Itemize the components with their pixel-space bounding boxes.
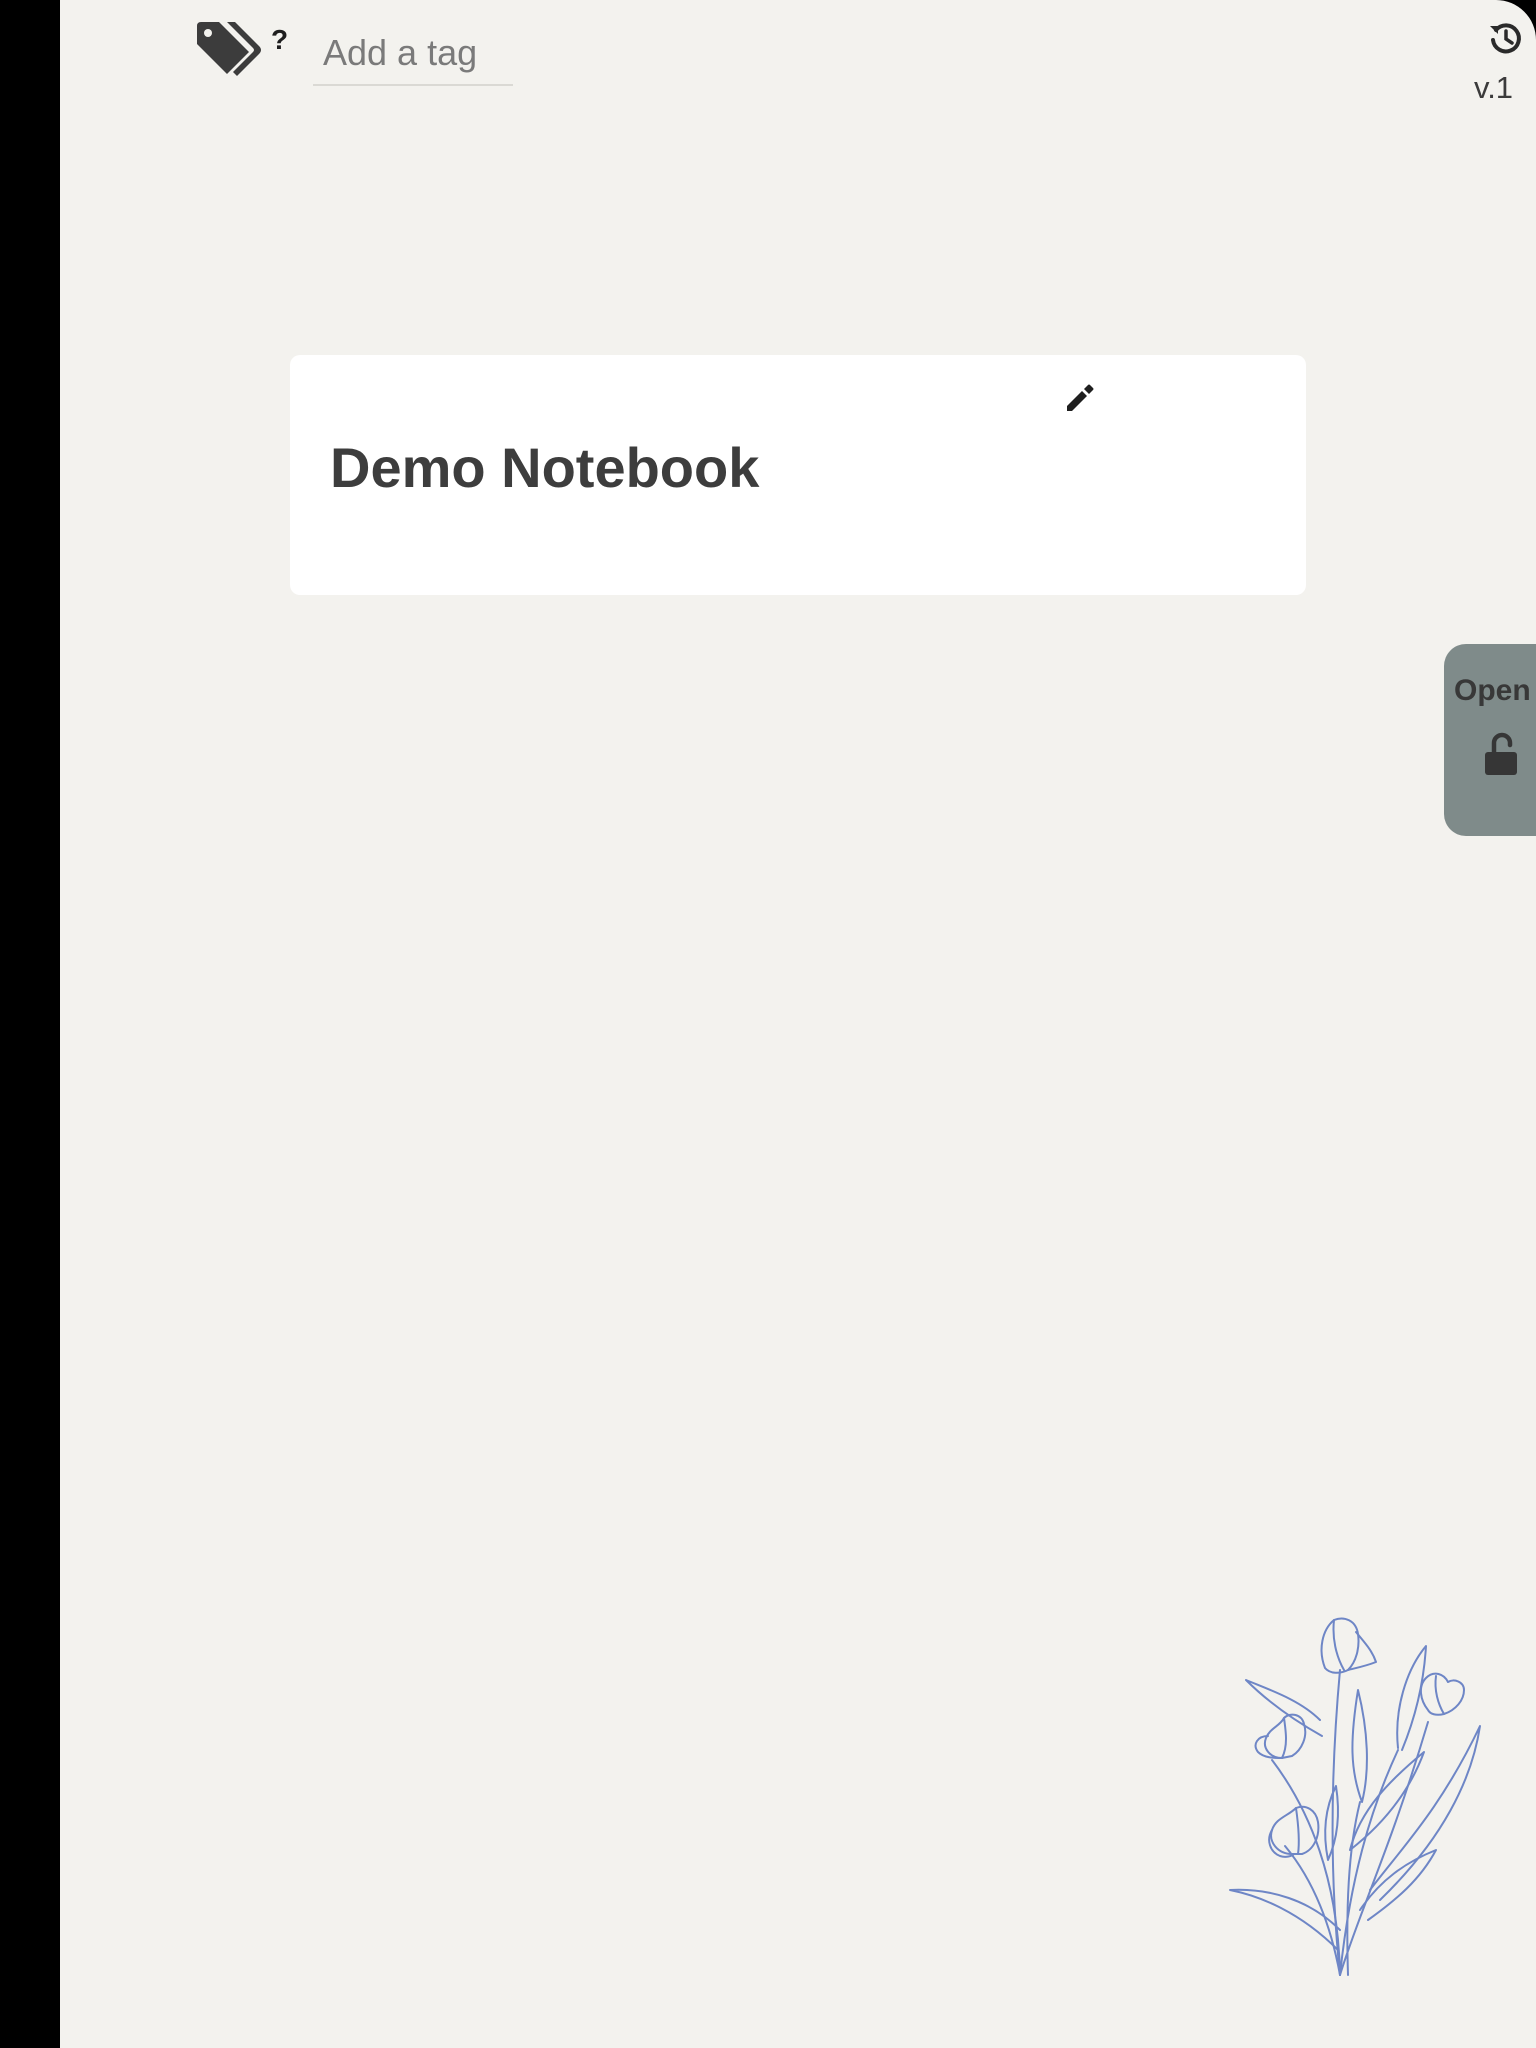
notebook-cover: ? v.1 Demo Notebook Open [60,0,1536,2048]
lock-status-label: Open [1454,674,1531,707]
lock-toggle-tab[interactable]: Open [1444,644,1536,836]
version-label: v.1 [1474,70,1514,105]
notebook-title-card: Demo Notebook [290,355,1306,595]
unlocked-padlock-icon [1485,732,1517,775]
notebook-title: Demo Notebook [330,436,760,499]
tulip-bouquet-illustration [1229,1617,1481,1976]
add-tag-input[interactable] [313,22,513,86]
tags-icon [197,22,261,76]
history-icon[interactable] [1488,20,1524,56]
pencil-icon[interactable] [1064,383,1094,413]
tag-help-button[interactable]: ? [271,24,288,56]
